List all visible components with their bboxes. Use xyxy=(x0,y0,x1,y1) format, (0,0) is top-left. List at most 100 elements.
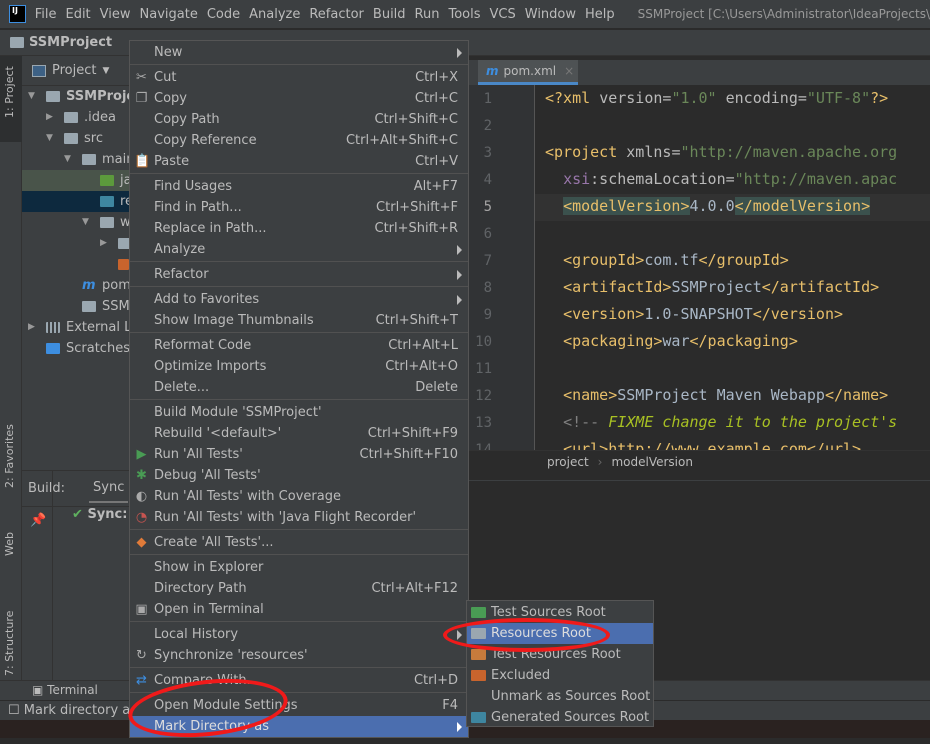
library-icon xyxy=(46,322,60,333)
tool-favorites[interactable]: 2: Favorites xyxy=(3,424,16,488)
crumb-model-version[interactable]: modelVersion xyxy=(611,455,693,469)
menu-code[interactable]: Code xyxy=(207,7,240,22)
close-icon[interactable]: × xyxy=(564,64,574,78)
menu-vcs[interactable]: VCS xyxy=(490,7,516,22)
menu-item-find-in-path[interactable]: Find in Path... Ctrl+Shift+F xyxy=(130,197,468,218)
tool-terminal[interactable]: Terminal xyxy=(47,683,98,697)
menu-item-refactor[interactable]: Refactor xyxy=(130,264,468,285)
menu-item-find-usages[interactable]: Find Usages Alt+F7 xyxy=(130,176,468,197)
tool-structure[interactable]: 7: Structure xyxy=(3,611,16,676)
menu-item-shortcut: Ctrl+V xyxy=(415,154,458,169)
menu-item-copy-reference[interactable]: Copy Reference Ctrl+Alt+Shift+C xyxy=(130,130,468,151)
pin-icon[interactable]: 📌 xyxy=(30,513,46,528)
menu-edit[interactable]: Edit xyxy=(65,7,90,22)
menu-item-show-in-explorer[interactable]: Show in Explorer xyxy=(130,557,468,578)
tool-project[interactable]: 1: Project xyxy=(3,66,16,118)
menu-item-directory-path[interactable]: Directory Path Ctrl+Alt+F12 xyxy=(130,578,468,599)
expand-arrow-icon[interactable]: ▼ xyxy=(64,149,71,170)
code-line: <url>http://www.example.com</url> xyxy=(545,440,861,450)
menu-item-copy-path[interactable]: Copy Path Ctrl+Shift+C xyxy=(130,109,468,130)
menu-item-label: Find Usages xyxy=(154,179,233,194)
tab-sync[interactable]: Sync xyxy=(89,474,129,503)
collapse-arrow-icon[interactable]: ▶ xyxy=(28,317,35,338)
collapse-arrow-icon[interactable]: ▶ xyxy=(100,233,107,254)
menu-item-label: Open in Terminal xyxy=(154,602,264,617)
editor-breadcrumb: project › modelVersion xyxy=(468,450,930,474)
menu-item-run-all-tests-with-coverage[interactable]: ◐ Run 'All Tests' with Coverage xyxy=(130,486,468,507)
menu-item-label: Reformat Code xyxy=(154,338,252,353)
menu-item-label: Add to Favorites xyxy=(154,292,260,307)
menu-analyze[interactable]: Analyze xyxy=(249,7,300,22)
menu-window[interactable]: Window xyxy=(525,7,576,22)
menu-view[interactable]: View xyxy=(100,7,131,22)
menu-item-delete[interactable]: Delete... Delete xyxy=(130,377,468,398)
menu-item-add-to-favorites[interactable]: Add to Favorites xyxy=(130,289,468,310)
submenu-item-excluded[interactable]: Excluded xyxy=(467,665,653,686)
menu-item-reformat-code[interactable]: Reformat Code Ctrl+Alt+L xyxy=(130,335,468,356)
menu-run[interactable]: Run xyxy=(415,7,440,22)
menu-item-label: Create 'All Tests'... xyxy=(154,535,274,550)
menu-item-copy[interactable]: ❐ Copy Ctrl+C xyxy=(130,88,468,109)
menu-help[interactable]: Help xyxy=(585,7,615,22)
submenu-arrow-icon xyxy=(457,270,462,280)
tab-pom-xml[interactable]: m pom.xml × xyxy=(478,60,578,85)
terminal-icon: ▣ xyxy=(135,602,148,617)
chevron-down-icon[interactable]: ▼ xyxy=(102,66,109,76)
menu-refactor[interactable]: Refactor xyxy=(309,7,364,22)
code-token: <artifactId> xyxy=(563,278,672,296)
code-area[interactable]: <?xml version="1.0" encoding="UTF-8"?> <p… xyxy=(468,85,930,450)
menu-item-run-all-tests[interactable]: ▶ Run 'All Tests' Ctrl+Shift+F10 xyxy=(130,444,468,465)
menu-item-label: Build Module 'SSMProject' xyxy=(154,405,322,420)
submenu-item-generated-sources-root[interactable]: Generated Sources Root xyxy=(467,707,653,728)
menu-build[interactable]: Build xyxy=(373,7,406,22)
project-view-selector[interactable]: Project xyxy=(52,63,96,78)
code-token: </groupId> xyxy=(698,251,789,269)
nav-crumb-project[interactable]: SSMProject xyxy=(29,35,112,50)
menu-item-rebuild-default[interactable]: Rebuild '<default>' Ctrl+Shift+F9 xyxy=(130,423,468,444)
crumb-project[interactable]: project xyxy=(547,455,589,469)
tool-web[interactable]: Web xyxy=(3,532,16,556)
code-token: "http://maven.apac xyxy=(734,170,898,188)
menu-item-show-image-thumbnails[interactable]: Show Image Thumbnails Ctrl+Shift+T xyxy=(130,310,468,331)
menu-navigate[interactable]: Navigate xyxy=(140,7,198,22)
sync-status: Sync: xyxy=(87,507,128,522)
menu-item-synchronize-resources[interactable]: ↻ Synchronize 'resources' xyxy=(130,645,468,666)
menu-item-optimize-imports[interactable]: Optimize Imports Ctrl+Alt+O xyxy=(130,356,468,377)
menu-item-shortcut: F4 xyxy=(442,698,458,713)
expand-arrow-icon[interactable]: ▼ xyxy=(82,212,89,233)
menu-file[interactable]: File xyxy=(35,7,57,22)
expand-arrow-icon[interactable]: ▼ xyxy=(46,128,53,149)
submenu-arrow-icon xyxy=(457,295,462,305)
code-token: SSMProject xyxy=(671,278,762,296)
collapse-arrow-icon[interactable]: ▶ xyxy=(46,107,53,128)
menu-item-shortcut: Ctrl+Shift+C xyxy=(374,112,458,127)
maven-icon: m xyxy=(486,64,499,78)
menu-item-analyze[interactable]: Analyze xyxy=(130,239,468,260)
menu-item-create-all-tests[interactable]: ◆ Create 'All Tests'... xyxy=(130,532,468,553)
submenu-item-unmark-as-sources-root[interactable]: Unmark as Sources Root xyxy=(467,686,653,707)
run-icon: ▶ xyxy=(136,447,147,462)
menu-item-run-all-tests-with-java-flight-recorder[interactable]: ◔ Run 'All Tests' with 'Java Flight Recor… xyxy=(130,507,468,528)
menu-item-shortcut: Ctrl+X xyxy=(415,70,458,85)
annotation-circle xyxy=(443,618,610,652)
menu-tools[interactable]: Tools xyxy=(448,7,480,22)
code-token: "1.0" xyxy=(671,89,717,107)
jsp-file-icon xyxy=(118,259,129,270)
menu-item-debug-all-tests[interactable]: ✱ Debug 'All Tests' xyxy=(130,465,468,486)
menu-item-build-module-ssmproject[interactable]: Build Module 'SSMProject' xyxy=(130,402,468,423)
menu-item-cut[interactable]: ✂ Cut Ctrl+X xyxy=(130,67,468,88)
menu-item-label: Copy xyxy=(154,91,187,106)
expand-arrow-icon[interactable]: ▼ xyxy=(28,86,35,107)
menu-item-local-history[interactable]: Local History xyxy=(130,624,468,645)
clipboard-icon: 📋 xyxy=(134,154,151,169)
code-token: = xyxy=(725,170,735,188)
menu-item-paste[interactable]: 📋 Paste Ctrl+V xyxy=(130,151,468,172)
code-token: 4.0.0 xyxy=(689,197,735,215)
menu-item-shortcut: Ctrl+Alt+F12 xyxy=(371,581,458,596)
menu-item-new[interactable]: New xyxy=(130,42,468,63)
menu-item-open-in-terminal[interactable]: ▣ Open in Terminal xyxy=(130,599,468,620)
menu-item-shortcut: Ctrl+Shift+T xyxy=(375,313,458,328)
menu-item-replace-in-path[interactable]: Replace in Path... Ctrl+Shift+R xyxy=(130,218,468,239)
